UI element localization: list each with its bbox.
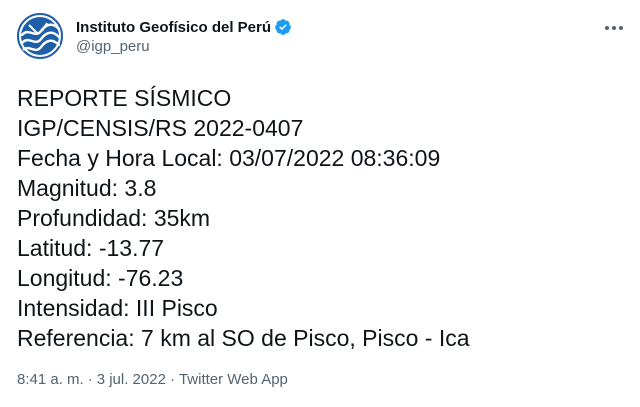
tweet-line: Referencia: 7 km al SO de Pisco, Pisco -… (17, 325, 470, 351)
display-name[interactable]: Instituto Geofísico del Perú (76, 19, 271, 36)
tweet-date[interactable]: 3 jul. 2022 (97, 371, 166, 388)
tweet-header: Instituto Geofísico del Perú @igp_peru (16, 12, 292, 60)
tweet-time[interactable]: 8:41 a. m. (17, 371, 84, 388)
tweet-line: Profundidad: 35km (17, 205, 211, 231)
tweet-line: Longitud: -76.23 (17, 265, 184, 291)
meta-separator: · (169, 371, 175, 388)
meta-separator: · (87, 371, 93, 388)
tweet-line: Magnitud: 3.8 (17, 175, 157, 201)
name-row: Instituto Geofísico del Perú (76, 17, 292, 37)
tweet-source[interactable]: Twitter Web App (179, 371, 288, 388)
account-names: Instituto Geofísico del Perú @igp_peru (76, 17, 292, 55)
tweet-line: Intensidad: III Pisco (17, 295, 218, 321)
tweet-text: REPORTE SÍSMICO IGP/CENSIS/RS 2022-0407 … (17, 83, 627, 353)
tweet-meta: 8:41 a. m. · 3 jul. 2022 · Twitter Web App (17, 371, 288, 388)
dot (612, 26, 616, 30)
igp-logo-icon (17, 13, 63, 59)
tweet-line: Latitud: -13.77 (17, 235, 165, 261)
tweet-line: Fecha y Hora Local: 03/07/2022 08:36:09 (17, 145, 441, 171)
avatar[interactable] (16, 12, 64, 60)
tweet-line: REPORTE SÍSMICO (17, 85, 232, 111)
dot (605, 26, 609, 30)
dot (619, 26, 623, 30)
verified-badge-icon (274, 18, 292, 36)
handle[interactable]: @igp_peru (76, 38, 292, 55)
tweet-card: Instituto Geofísico del Perú @igp_peru R… (0, 0, 640, 407)
tweet-line: IGP/CENSIS/RS 2022-0407 (17, 115, 304, 141)
more-options-icon[interactable] (600, 18, 628, 38)
